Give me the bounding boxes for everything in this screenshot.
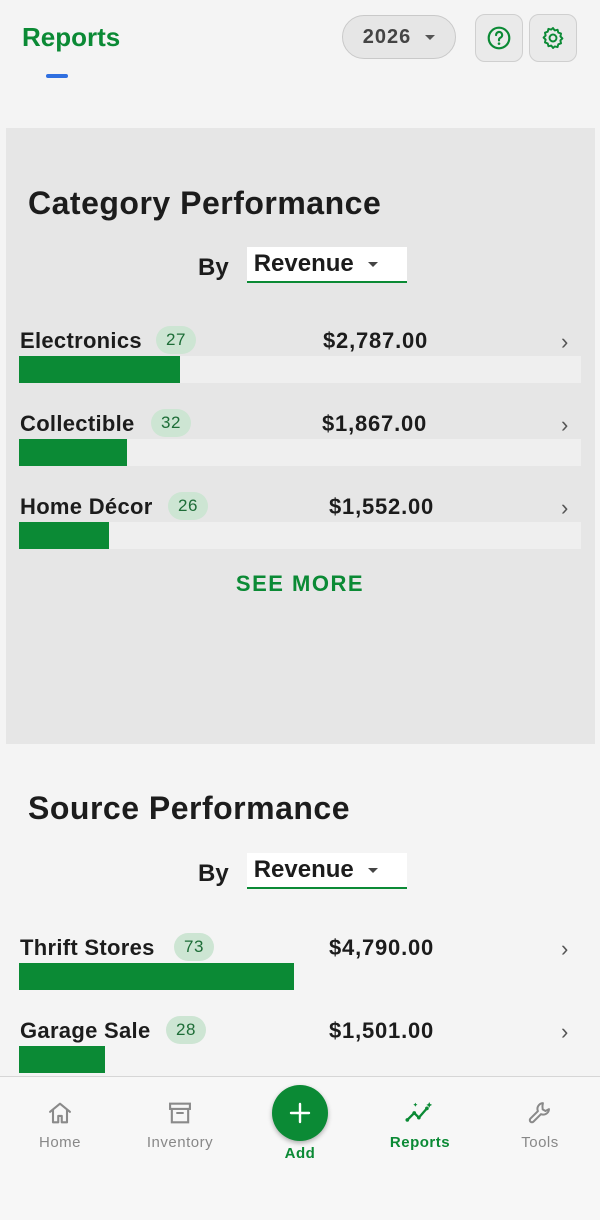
wrench-icon [528,1102,550,1124]
chevron-right-icon: › [561,936,569,961]
bar-track [19,963,581,990]
by-label: By [198,254,229,281]
count-badge: 28 [166,1016,206,1044]
row-amount: $1,501.00 [329,1018,435,1043]
count-badge: 27 [156,326,196,354]
chevron-right-icon: › [561,1019,569,1044]
row-name: Collectible [20,411,135,436]
bar-fill [19,439,127,466]
help-icon [487,26,511,50]
row-name: Thrift Stores [20,935,155,960]
category-row-home-decor[interactable]: Home Décor 26 $1,552.00 › [0,492,600,554]
category-section-title: Category Performance [28,185,382,221]
row-name: Home Décor [20,494,153,519]
bar-track [19,522,581,549]
year-value: 2026 [362,25,412,48]
row-amount: $1,867.00 [322,411,428,436]
source-metric-value: Revenue [253,856,354,883]
nav-label: Inventory [146,1134,214,1151]
row-name: Garage Sale [20,1018,151,1043]
see-more-link[interactable]: SEE MORE [0,571,600,597]
row-amount: $1,552.00 [329,494,435,519]
category-row-collectible[interactable]: Collectible 32 $1,867.00 › [0,409,600,471]
category-metric-select[interactable]: Revenue [246,247,407,283]
gear-icon [542,27,564,49]
row-amount: $2,787.00 [323,328,429,353]
add-label: Add [284,1145,316,1162]
caret-down-icon [367,867,378,873]
chevron-right-icon: › [561,329,569,354]
source-metric-row: By Revenue [198,853,407,889]
help-button[interactable] [475,14,523,62]
bar-fill [19,963,294,990]
count-badge: 32 [151,409,191,437]
bar-track [19,1046,581,1073]
nav-tools[interactable]: Tools [480,1099,600,1151]
nav-home[interactable]: Home [0,1099,120,1151]
chevron-right-icon: › [561,495,569,520]
bar-fill [19,1046,105,1073]
home-icon [49,1102,71,1124]
chevron-right-icon: › [561,412,569,437]
bar-track [19,356,581,383]
row-amount: $4,790.00 [329,935,435,960]
page-title: Reports [22,22,121,52]
tab-indicator [46,74,68,78]
source-row-thrift-stores[interactable]: Thrift Stores 73 $4,790.00 › [0,933,600,995]
nav-inventory[interactable]: Inventory [120,1099,240,1151]
category-metric-value: Revenue [253,250,354,277]
source-section-title: Source Performance [28,790,351,826]
nav-reports[interactable]: Reports [360,1099,480,1151]
caret-down-icon [425,34,436,40]
category-performance-card: Category Performance By Revenue Electron… [6,128,595,744]
bar-fill [19,522,109,549]
category-metric-row: By Revenue [198,247,407,283]
add-button[interactable] [272,1085,328,1141]
nav-label: Home [38,1134,81,1151]
bar-track [19,439,581,466]
plus-icon [289,1102,311,1124]
settings-button[interactable] [529,14,577,62]
row-name: Electronics [20,328,142,353]
category-row-electronics[interactable]: Electronics 27 $2,787.00 › [0,326,600,388]
bar-fill [19,356,180,383]
source-metric-select[interactable]: Revenue [246,853,407,889]
by-label: By [198,860,229,887]
nav-label: Tools [521,1134,559,1151]
archive-icon [169,1102,191,1124]
caret-down-icon [367,261,378,267]
top-bar: Reports 2026 [0,0,600,76]
count-badge: 73 [174,933,214,961]
trend-sparkle-icon [405,1102,433,1122]
nav-label: Reports [389,1134,451,1151]
count-badge: 26 [168,492,208,520]
year-selector[interactable]: 2026 [342,15,456,59]
source-row-garage-sale[interactable]: Garage Sale 28 $1,501.00 › [0,1016,600,1078]
